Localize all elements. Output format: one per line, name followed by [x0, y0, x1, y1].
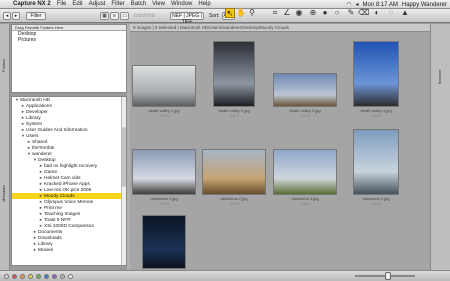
thumbnail[interactable]: death valley 3.jpg ☆☆☆ — [274, 74, 336, 118]
label-color-dot[interactable] — [12, 274, 17, 279]
filter-label: Filter — [30, 13, 42, 19]
lasso-tool-icon[interactable]: ◌ — [386, 8, 396, 18]
view-grid-button[interactable]: ▦ — [100, 12, 109, 20]
thumbnail[interactable]: oklahoma 2.jpg ☆☆☆ — [203, 150, 265, 206]
toolbar: ◂ ▸ Filter ▦ ≡ ▭ ☆☆☆☆☆ NEF | JPEG | TIFF… — [0, 8, 450, 25]
thumbnail-rating[interactable]: ☆☆☆ — [214, 113, 254, 119]
back-button[interactable]: ◂ — [3, 12, 11, 20]
thumbnail-rating[interactable]: ☆☆☆ — [354, 201, 398, 207]
view-film-button[interactable]: ▭ — [120, 12, 129, 20]
thumbnail-image[interactable] — [354, 42, 398, 106]
tree-scrollbar[interactable] — [121, 97, 126, 265]
red-eye-tool-icon[interactable]: ◉ — [294, 8, 304, 18]
thumbnail-image[interactable] — [354, 130, 398, 194]
tab-browser[interactable]: Browser — [437, 69, 442, 84]
folder-tree: ▼Macintosh HD ►Applications ►Developer ►Lib… — [11, 96, 127, 266]
favorites-panel: Drag Favorite Folders Here Desktop Pictur… — [11, 24, 127, 93]
image-browser: death valley 1.jpg ☆☆☆ death valley 2.jpg ☆… — [130, 32, 430, 270]
crop-tool-icon[interactable]: ⌗ — [270, 8, 280, 18]
favorites-list: Desktop Pictures — [12, 31, 126, 43]
clock[interactable]: Mon 8:17 AM — [363, 2, 398, 8]
menu-window[interactable]: Window — [168, 1, 195, 7]
label-color-dot[interactable] — [60, 274, 65, 279]
menus: File Edit Adjust Filter Batch View Window Help — [54, 1, 214, 7]
thumbnail[interactable]: oklahoma 3.jpg ☆☆☆ — [274, 150, 336, 206]
label-color-dot[interactable] — [28, 274, 33, 279]
menu-batch[interactable]: Batch — [128, 1, 149, 7]
browser-path: 9 images | 0 Selected | Macintosh HD/Use… — [130, 24, 430, 32]
folder-tree-item[interactable]: ►Movies — [12, 247, 126, 253]
thumbnail[interactable]: death valley 4.jpg ☆☆☆ — [354, 42, 398, 118]
white-point-icon[interactable]: ○ — [332, 8, 342, 18]
thumbnail[interactable]: death valley 1.jpg ☆☆☆ — [133, 66, 195, 118]
thumbnail-image[interactable] — [133, 150, 195, 194]
thumbnail-image[interactable] — [274, 150, 336, 194]
label-color-dot[interactable] — [36, 274, 41, 279]
eraser-tool-icon[interactable]: ⌫ — [358, 8, 369, 18]
tree-scroll-thumb[interactable] — [122, 127, 126, 187]
folder-tree-rows: ▼Macintosh HD ►Applications ►Developer ►Lib… — [12, 97, 126, 253]
menu-adjust[interactable]: Adjust — [86, 1, 109, 7]
thumbnail-rating[interactable]: ☆☆☆ — [274, 113, 336, 119]
thumbnail[interactable]: death valley 2.jpg ☆☆☆ — [214, 42, 254, 118]
rating-filter[interactable]: ☆☆☆☆☆ — [133, 12, 156, 20]
label-color-dot[interactable] — [20, 274, 25, 279]
thumbnail-image[interactable] — [214, 42, 254, 106]
straighten-tool-icon[interactable]: ∠ — [282, 8, 292, 18]
sort-label: Sort: — [209, 13, 220, 19]
label-color-dot[interactable] — [44, 274, 49, 279]
fill-tool-icon[interactable]: ▲ — [400, 8, 410, 18]
thumbnail[interactable]: oklahoma 1.jpg ☆☆☆ — [133, 150, 195, 206]
user-name[interactable]: Happy Wanderer — [402, 2, 447, 8]
control-point-icon[interactable]: ⊕ — [308, 8, 318, 18]
thumbnail-image[interactable] — [274, 74, 336, 106]
tab-metadata[interactable]: Metadata — [1, 185, 6, 202]
view-list-button[interactable]: ≡ — [110, 12, 119, 20]
thumbnail-rating[interactable]: ☆☆☆ — [354, 113, 398, 119]
volume-icon[interactable]: ◂ — [355, 1, 358, 8]
label-color-dot[interactable] — [68, 274, 73, 279]
thumbnail-image[interactable] — [143, 216, 185, 268]
zoom-tool-icon[interactable]: ⚲ — [247, 8, 257, 18]
selection-gradient-icon[interactable]: ◐ — [372, 8, 382, 18]
filter-button[interactable]: Filter — [26, 12, 46, 20]
label-color-dot[interactable] — [52, 274, 57, 279]
forward-button[interactable]: ▸ — [12, 12, 20, 20]
folder-label: Movies — [38, 248, 54, 253]
app-menu[interactable]: Capture NX 2 — [10, 1, 54, 7]
thumbnail[interactable] — [143, 216, 185, 268]
favorite-item[interactable]: Pictures — [12, 37, 126, 43]
thumbnail[interactable]: oklahoma 4.jpg ☆☆☆ — [354, 130, 398, 206]
thumbnail-image[interactable] — [203, 150, 265, 194]
menu-view[interactable]: View — [149, 1, 168, 7]
menu-file[interactable]: File — [54, 1, 70, 7]
thumbnail-image[interactable] — [133, 66, 195, 106]
menu-edit[interactable]: Edit — [69, 1, 85, 7]
thumbnail-rating[interactable]: ☆☆☆ — [274, 201, 336, 207]
thumbnail-rating[interactable]: ☆☆☆ — [203, 201, 265, 207]
thumbnail-rating[interactable]: ☆☆☆ — [133, 113, 195, 119]
menu-filter[interactable]: Filter — [108, 1, 127, 7]
hand-tool-icon[interactable]: ✋ — [236, 8, 246, 18]
right-tab-strip: Browser — [430, 24, 450, 270]
brush-tool-icon[interactable]: ✎ — [346, 8, 356, 18]
status-bar — [0, 270, 450, 281]
black-point-icon[interactable]: ● — [320, 8, 330, 18]
thumbnail-rating[interactable]: ☆☆☆ — [133, 201, 195, 207]
thumbnail-size-knob[interactable] — [385, 272, 391, 280]
menu-help[interactable]: Help — [195, 1, 213, 7]
label-color-dot[interactable] — [4, 274, 9, 279]
tab-folders[interactable]: Folders — [1, 59, 6, 72]
left-tab-strip: Folders Metadata — [0, 24, 10, 270]
format-filter[interactable]: NEF | JPEG | TIFF — [170, 12, 204, 25]
select-tool-icon[interactable]: ↖ — [225, 8, 235, 18]
wifi-icon[interactable]: ◠ — [346, 1, 351, 8]
